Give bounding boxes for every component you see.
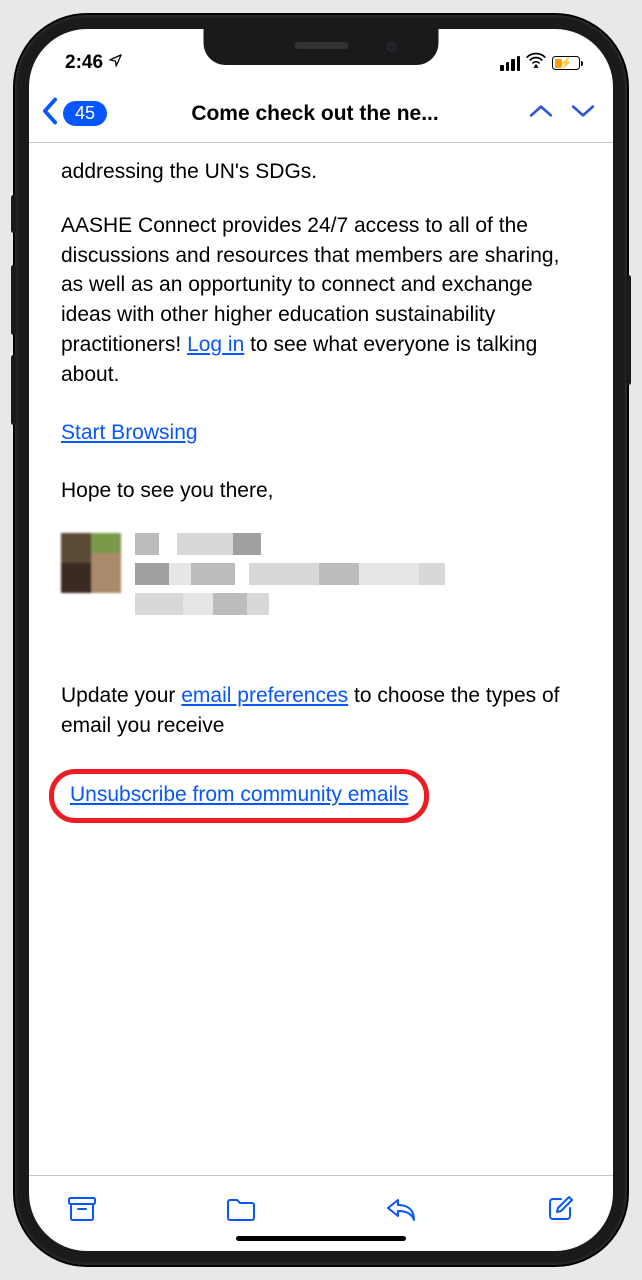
nav-title: Come check out the ne... — [113, 102, 517, 126]
body-text: Update your — [61, 684, 181, 707]
annotation-highlight: Unsubscribe from community emails — [49, 769, 429, 823]
speaker-grille — [294, 42, 348, 49]
signature-lines-redacted — [135, 533, 581, 623]
battery-icon: ⚡ — [552, 56, 583, 70]
signature-block — [61, 533, 581, 623]
login-link[interactable]: Log in — [187, 333, 244, 356]
volume-up-button — [11, 265, 16, 335]
nav-bar: 45 Come check out the ne... — [29, 89, 613, 143]
status-time: 2:46 — [65, 52, 103, 74]
notch — [204, 29, 439, 65]
home-indicator[interactable] — [236, 1236, 406, 1241]
prev-message-button[interactable] — [523, 103, 559, 124]
next-message-button[interactable] — [565, 103, 601, 124]
body-text-fragment: addressing the UN's SDGs. — [61, 157, 581, 187]
archive-button[interactable] — [65, 1192, 99, 1226]
email-preferences-link[interactable]: email preferences — [181, 684, 348, 707]
volume-down-button — [11, 355, 16, 425]
compose-button[interactable] — [543, 1192, 577, 1226]
back-button[interactable]: 45 — [41, 97, 107, 130]
closing-text: Hope to see you there, — [61, 476, 581, 506]
power-button — [626, 275, 631, 385]
wifi-icon — [526, 52, 546, 74]
start-browsing-paragraph: Start Browsing — [61, 418, 581, 448]
front-camera — [387, 42, 397, 52]
email-body[interactable]: addressing the UN's SDGs. AASHE Connect … — [29, 143, 613, 1157]
chevron-left-icon — [41, 97, 59, 130]
location-icon — [108, 52, 123, 74]
inbox-count-badge: 45 — [63, 101, 107, 126]
avatar-redacted — [61, 533, 121, 593]
reply-button[interactable] — [384, 1192, 418, 1226]
preferences-text: Update your email preferences to choose … — [61, 681, 581, 741]
mute-switch — [11, 195, 16, 233]
start-browsing-link[interactable]: Start Browsing — [61, 421, 198, 444]
move-folder-button[interactable] — [224, 1192, 258, 1226]
cellular-signal-icon — [500, 56, 520, 71]
phone-frame: 2:46 ⚡ 45 — [15, 15, 627, 1265]
unsubscribe-link[interactable]: Unsubscribe from community emails — [70, 783, 408, 806]
screen: 2:46 ⚡ 45 — [29, 29, 613, 1251]
body-paragraph: AASHE Connect provides 24/7 access to al… — [61, 211, 581, 390]
